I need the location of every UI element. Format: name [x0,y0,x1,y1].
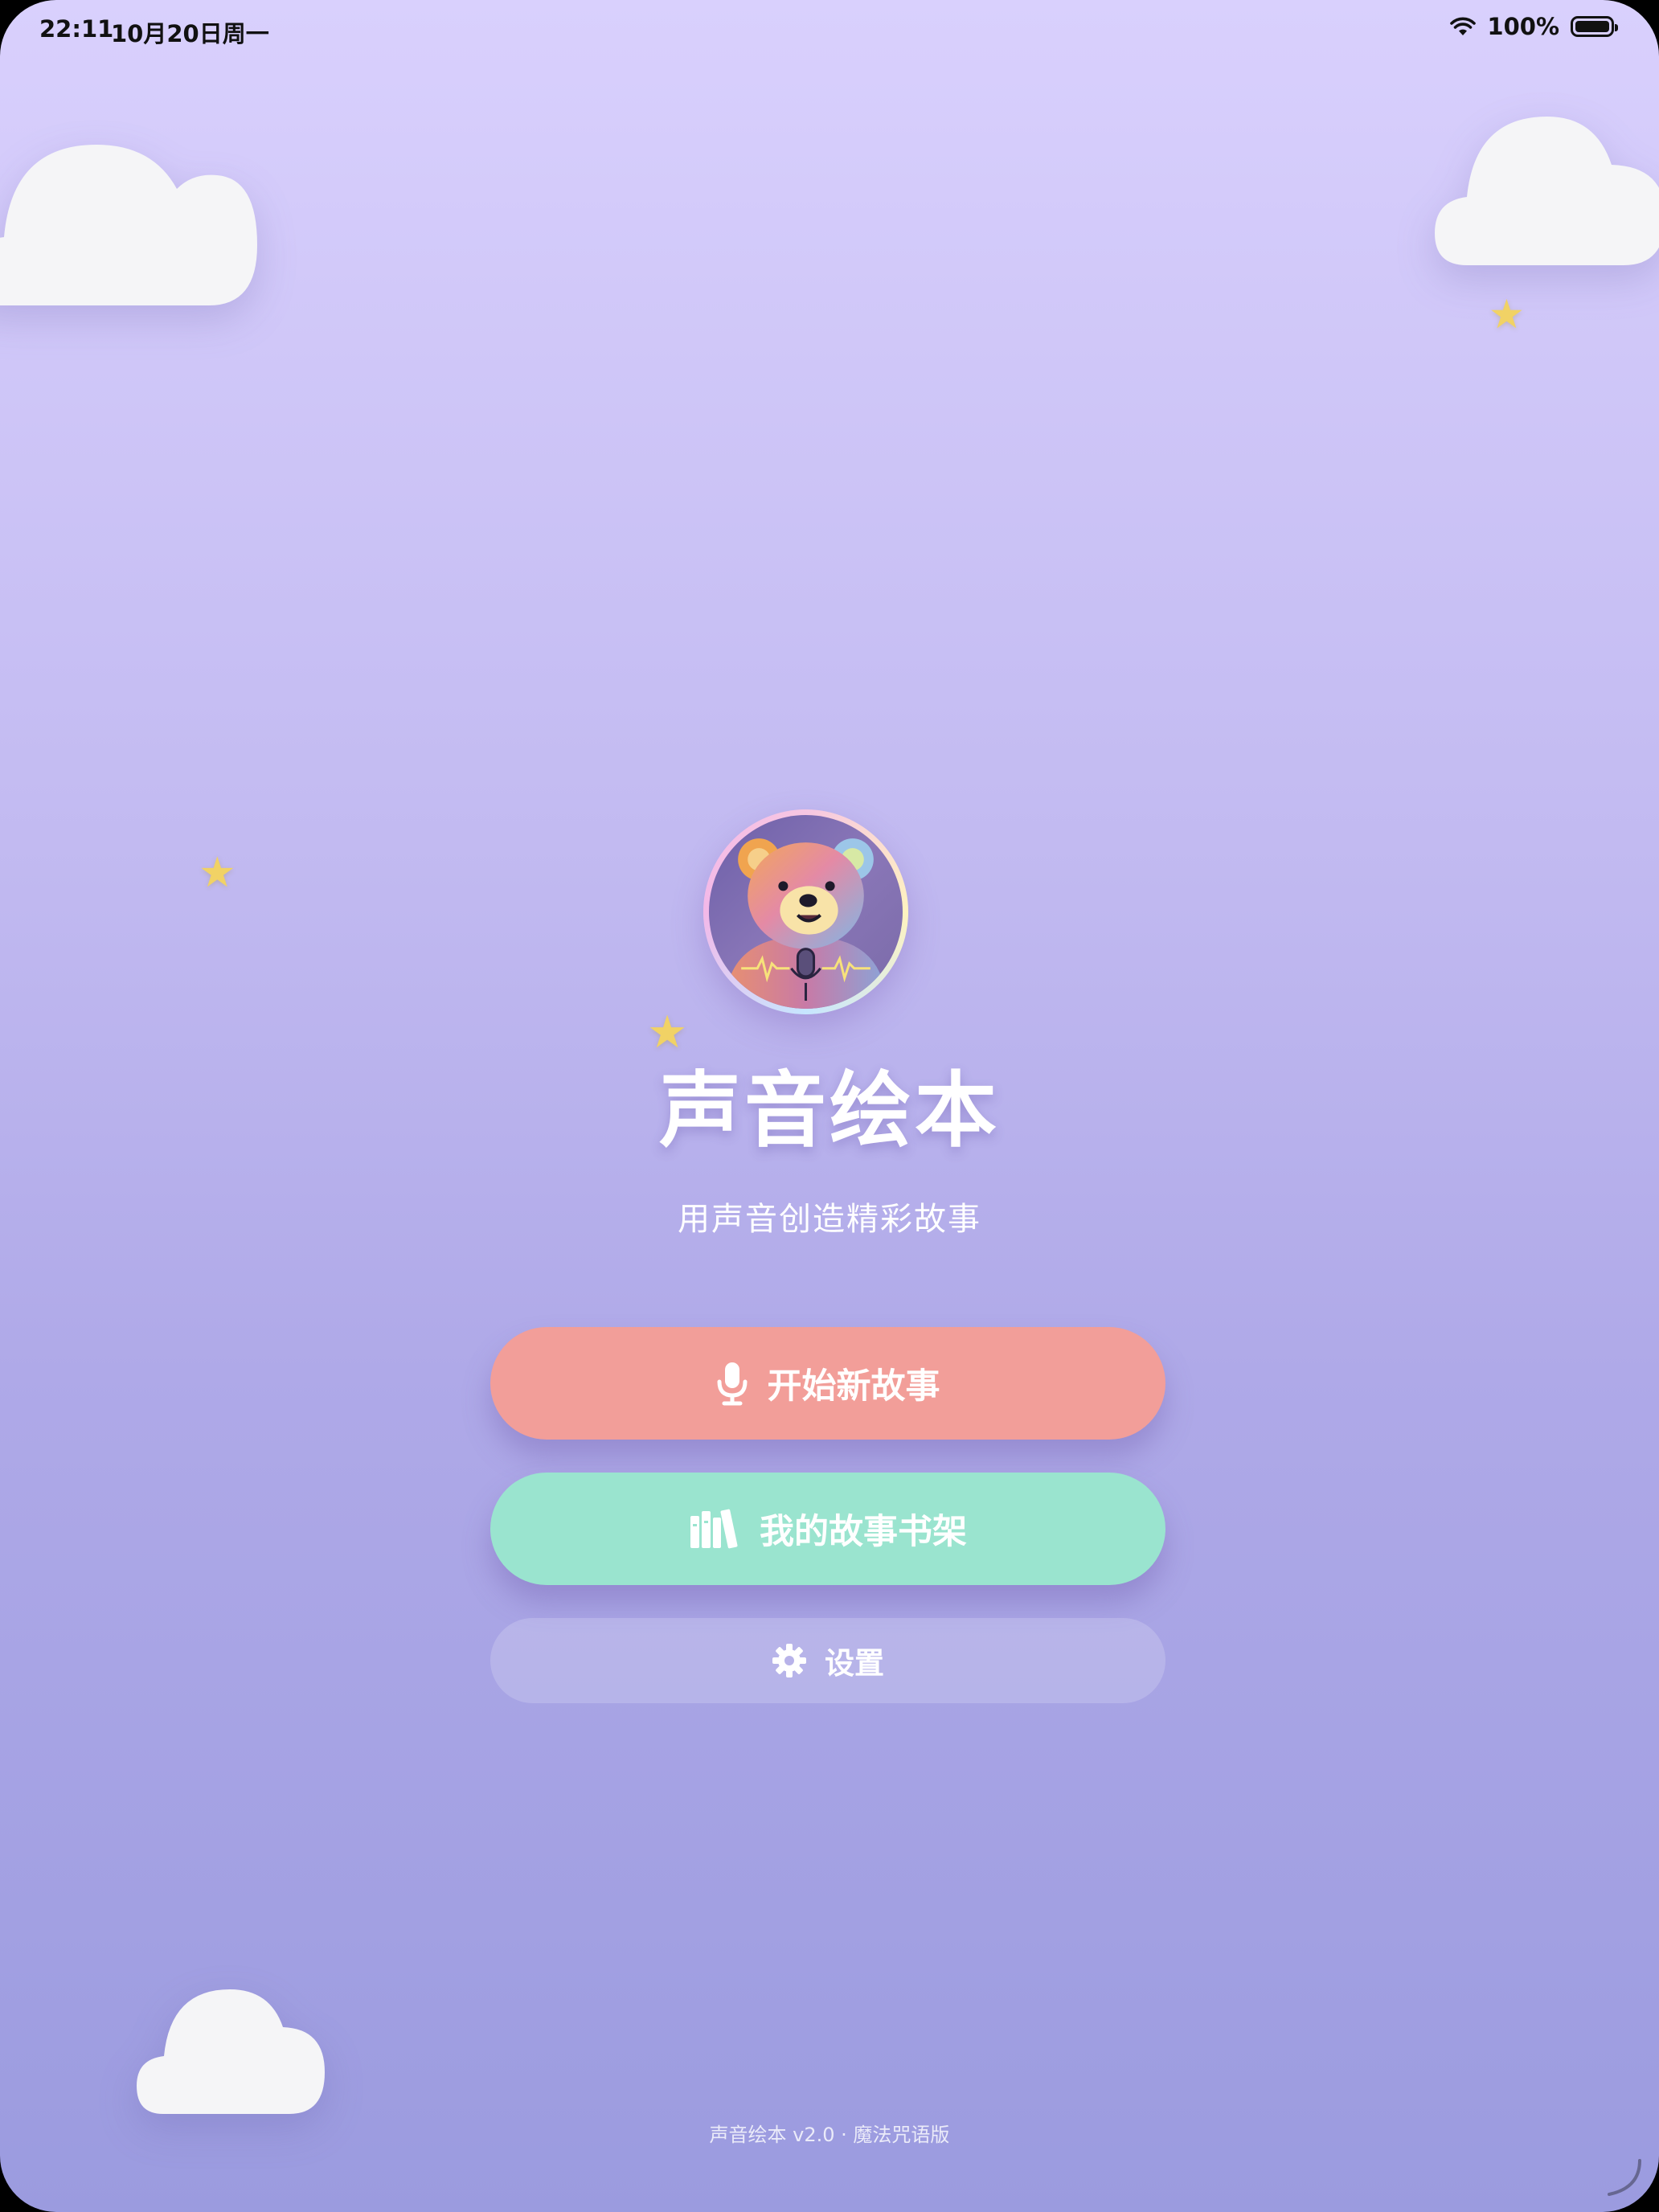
status-bar: 22:11 10月20日周一 100% [0,0,1659,58]
app-screen: 22:11 10月20日周一 100% ★ ★ ★ 声音绘本 用声音创造精彩故事… [0,0,1659,2212]
gear-icon [772,1644,806,1677]
screen-corner-indicator [1608,2159,1641,2196]
bear-with-microphone-icon [709,815,903,1009]
battery-percent: 100% [1487,13,1559,40]
star-icon: ★ [199,849,236,897]
status-time: 22:11 [39,15,114,43]
microphone-icon [717,1362,747,1406]
battery-icon [1571,16,1618,37]
bookshelf-icon [690,1509,738,1549]
app-logo [703,809,908,1014]
app-subtitle: 用声音创造精彩故事 [678,1201,981,1238]
cloud-bottom-left [135,1985,328,2122]
settings-button[interactable]: 设置 [490,1618,1165,1703]
settings-label: 设置 [825,1646,884,1681]
cloud-top-left [0,113,273,313]
star-icon: ★ [1489,291,1525,338]
cloud-top-right [1431,109,1659,277]
status-indicators: 100% [1450,13,1618,40]
app-title: 声音绘本 [659,1063,1000,1159]
battery-level-fill [1575,21,1609,32]
start-new-story-label: 开始新故事 [767,1366,940,1407]
start-new-story-button[interactable]: 开始新故事 [490,1327,1165,1440]
status-date: 10月20日周一 [111,20,269,47]
wifi-icon [1450,17,1477,35]
story-bookshelf-label: 我的故事书架 [760,1512,967,1552]
version-footer: 声音绘本 v2.0 · 魔法咒语版 [709,2124,950,2146]
story-bookshelf-button[interactable]: 我的故事书架 [490,1473,1165,1585]
